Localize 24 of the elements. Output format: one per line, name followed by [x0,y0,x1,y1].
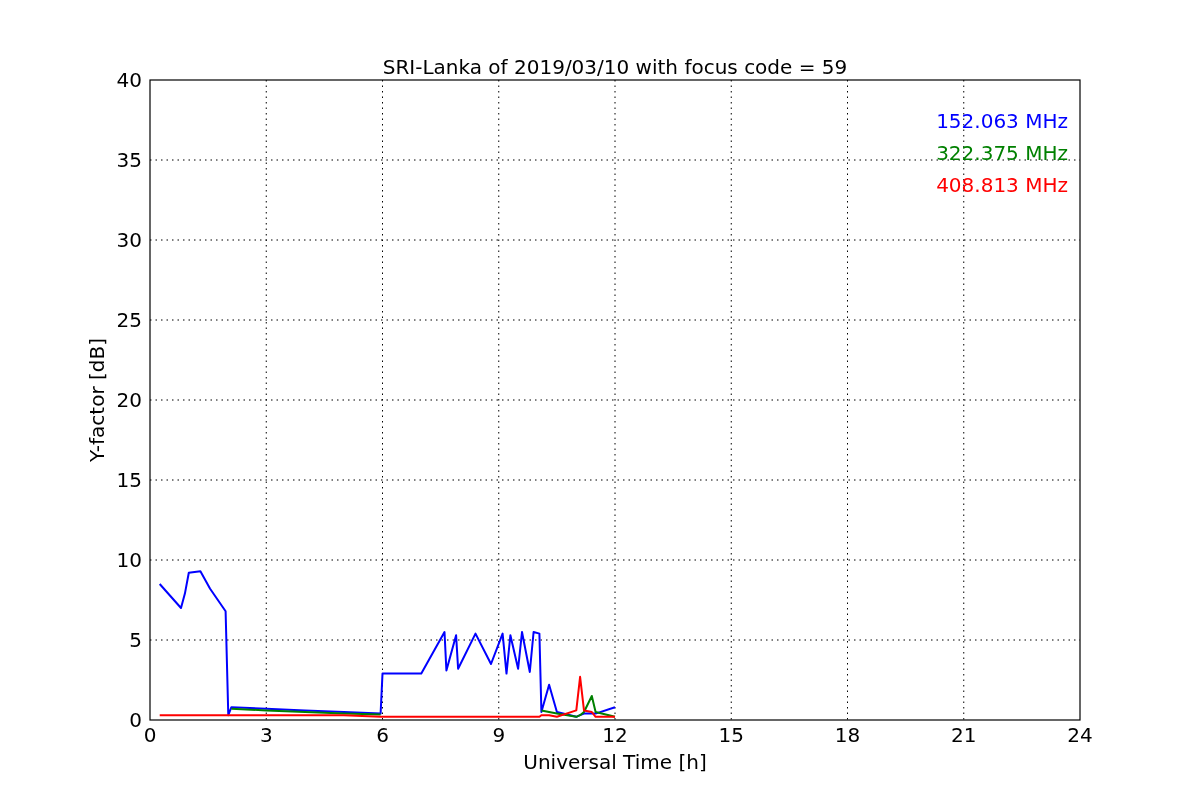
x-tick-label: 24 [1067,723,1093,747]
legend-label: 152.063 MHz [936,109,1068,133]
legend-label: 408.813 MHz [936,173,1068,197]
x-tick-label: 12 [602,723,628,747]
y-tick-label: 0 [129,708,142,732]
x-tick-label: 18 [834,723,861,747]
y-tick-label: 10 [116,548,142,572]
x-tick-label: 15 [718,723,744,747]
x-tick-label: 6 [376,723,389,747]
y-tick-label: 20 [116,388,142,412]
x-axis-label: Universal Time [h] [523,750,707,774]
x-tick-label: 9 [492,723,506,747]
x-tick-label: 21 [951,723,977,747]
y-tick-label: 35 [116,148,142,172]
chart-title: SRI-Lanka of 2019/03/10 with focus code = 59 [382,55,848,79]
x-tick-label: 3 [259,723,273,747]
x-tick-label: 0 [143,723,157,747]
y-tick-label: 5 [129,628,142,652]
legend-label: 322.375 MHz [936,141,1068,165]
y-tick-label: 15 [116,468,142,492]
y-tick-label: 40 [116,68,142,92]
y-tick-label: 30 [116,228,142,252]
y-axis-label: Y-factor [dB] [85,338,109,462]
y-tick-label: 25 [116,308,142,332]
